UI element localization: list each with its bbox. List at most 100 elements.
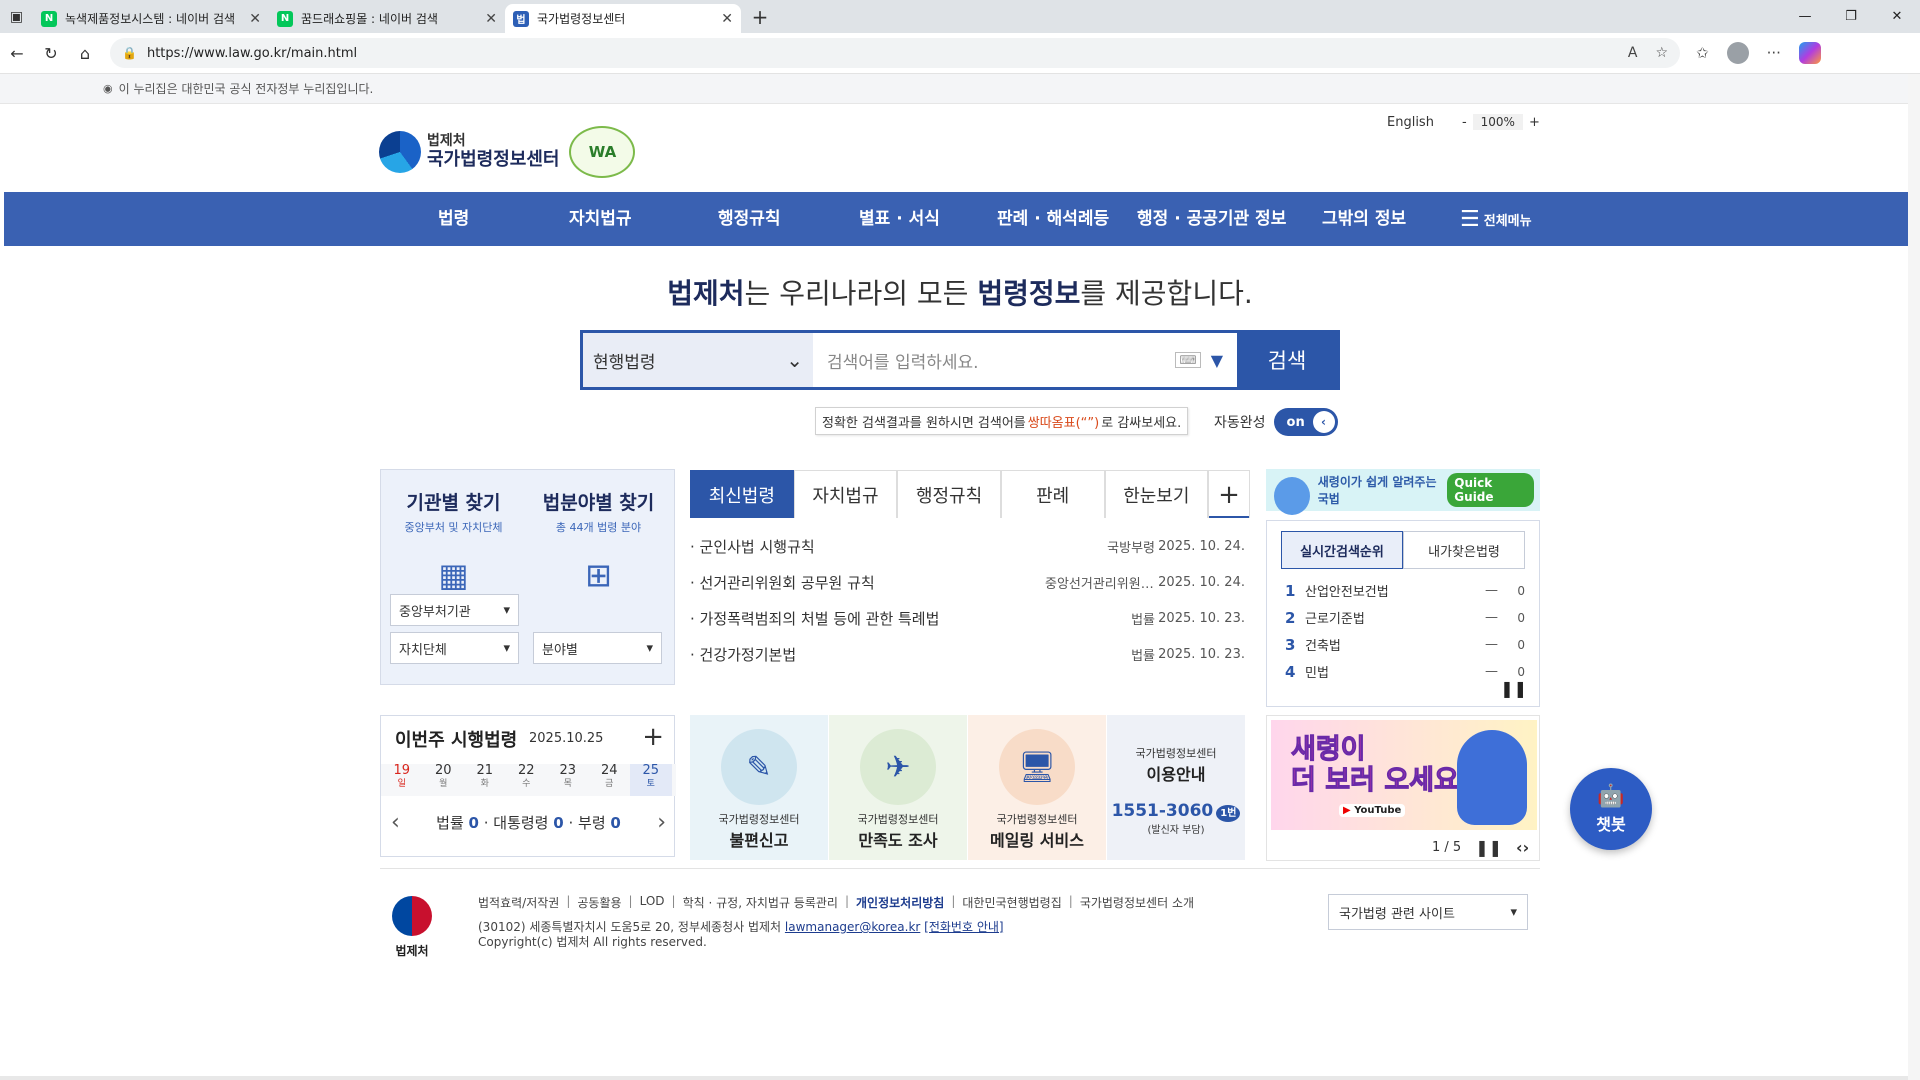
email-link[interactable]: lawmanager@korea.kr (785, 920, 920, 934)
guide-banner[interactable]: 국가법령정보센터 이용안내 1551-3060 1번 (발신자 부담) (1107, 715, 1245, 860)
rank-title: 산업안전보건법 (1305, 585, 1389, 600)
close-window-icon[interactable]: ✕ (1874, 0, 1920, 33)
list-item[interactable]: 1 산업안전보건법 — 0 (1285, 577, 1525, 604)
search-scope-select[interactable]: 현행법령 ⌄ (583, 333, 813, 387)
chatbot-button[interactable]: 🤖 챗봇 (1570, 768, 1652, 850)
read-aloud-icon[interactable]: A (1628, 45, 1638, 61)
virtual-keyboard-icon[interactable]: ⌨ (1175, 352, 1201, 368)
tab-admin-rule[interactable]: 행정규칙 (897, 470, 1001, 518)
phone-info-link[interactable]: [전화번호 안내] (924, 920, 1003, 934)
zoom-in-button[interactable]: + (1529, 115, 1540, 130)
central-agency-select[interactable]: 중앙부처기관 ▾ (390, 594, 519, 626)
autocomplete-toggle[interactable]: on ‹ (1273, 408, 1338, 436)
nav-admin-rule[interactable]: 행정규칙 (718, 192, 781, 246)
field-select[interactable]: 분야별 ▾ (533, 632, 662, 664)
day-cell[interactable]: 24 금 (589, 764, 631, 796)
minimize-icon[interactable]: — (1782, 0, 1828, 33)
site-logo[interactable]: 법제처 국가법령정보센터 WA (379, 126, 636, 178)
footer-link-registration[interactable]: 학칙 · 규정, 자치법규 등록관리 (683, 894, 838, 911)
tab-latest-law[interactable]: 최신법령 (690, 470, 794, 518)
all-menu-button[interactable]: ☰ 전체메뉴 (1460, 192, 1532, 246)
nav-precedent[interactable]: 판례 · 해석례등 (997, 192, 1109, 246)
more-news-button[interactable]: + (1208, 470, 1250, 518)
dropdown-triangle-icon[interactable]: ▼ (1211, 351, 1223, 370)
profile-avatar[interactable] (1726, 42, 1749, 64)
youtube-icon: ▶ YouTube (1339, 804, 1406, 817)
close-tab-icon[interactable]: ✕ (721, 11, 733, 27)
favorites-icon[interactable]: ✩ (1696, 44, 1709, 62)
lock-icon[interactable]: 🔒 (122, 46, 137, 60)
nav-local-law[interactable]: 자치법규 (569, 192, 632, 246)
search-input[interactable]: 검색어를 입력하세요. ⌨ ▼ (813, 333, 1237, 387)
footer-link-current-laws[interactable]: 대한민국현행법령집 (962, 894, 1061, 911)
english-link[interactable]: English (1387, 115, 1434, 130)
survey-banner[interactable]: ✈ 국가법령정보센터 만족도 조사 (829, 715, 967, 860)
mailing-banner[interactable]: 🖥 국가법령정보센터 메일링 서비스 (968, 715, 1106, 860)
list-item[interactable]: · 가정폭력범죄의 처벌 등에 관한 특례법 법률 2025. 10. 23. (690, 600, 1245, 636)
url-field[interactable]: 🔒 https://www.law.go.kr/main.html A ☆ (110, 38, 1680, 68)
close-tab-icon[interactable]: ✕ (485, 11, 497, 27)
day-cell[interactable]: 21 화 (464, 764, 506, 796)
list-item[interactable]: · 건강가정기본법 법률 2025. 10. 23. (690, 636, 1245, 672)
chevron-right-icon[interactable]: › (657, 810, 666, 835)
pause-icon[interactable]: ❚❚ (1475, 838, 1502, 857)
tab-precedent[interactable]: 판례 (1000, 470, 1105, 518)
day-cell[interactable]: 22 수 (506, 764, 548, 796)
tab-my-laws[interactable]: 내가찾은법령 (1403, 531, 1525, 569)
prev-next-icon[interactable]: ‹› (1516, 838, 1529, 857)
browser-tab-2[interactable]: N 꿈드래쇼핑몰 : 네이버 검색 ✕ (269, 4, 505, 33)
chevron-left-icon[interactable]: ‹ (391, 810, 400, 835)
quick-guide-banner[interactable]: 새령이가 쉽게 알려주는 국법 Quick Guide (1266, 469, 1540, 515)
list-item[interactable]: 3 건축법 — 0 (1285, 631, 1525, 658)
home-icon[interactable]: ⌂ (68, 44, 102, 63)
browser-tab-1[interactable]: N 녹색제품정보시스템 : 네이버 검색 ✕ (33, 4, 269, 33)
weekly-more-button[interactable]: + (642, 722, 664, 752)
day-cell[interactable]: 23 목 (547, 764, 589, 796)
list-item[interactable]: · 선거관리위원회 공무원 규칙 중앙선거관리위원회규칙 2025. 10. 2… (690, 564, 1245, 600)
footer-link-copyright[interactable]: 법적효력/저작권 (478, 894, 559, 911)
search-tip: 정확한 검색결과를 원하시면 검색어를 쌍따옴표(“”) 로 감싸보세요. (815, 407, 1189, 435)
nav-etc[interactable]: 그밖의 정보 (1322, 192, 1406, 246)
favorite-star-icon[interactable]: ☆ (1655, 45, 1668, 61)
tab-actions-icon[interactable]: ▣ (0, 0, 33, 33)
search-button[interactable]: 검색 (1237, 333, 1337, 387)
tab-overview[interactable]: 한눈보기 (1104, 470, 1209, 518)
nav-forms[interactable]: 별표 · 서식 (859, 192, 940, 246)
day-cell[interactable]: 19 일 (381, 764, 423, 796)
copilot-icon[interactable] (1798, 42, 1821, 64)
list-item[interactable]: · 군인사법 시행규칙 국방부령 2025. 10. 24. (690, 528, 1245, 564)
nav-law[interactable]: 법령 (438, 192, 469, 246)
footer-link-privacy[interactable]: 개인정보처리방침 (856, 894, 944, 911)
list-item[interactable]: 4 민법 — 0 (1285, 658, 1525, 685)
law-count[interactable]: 0 (469, 814, 479, 832)
vertical-scrollbar[interactable] (1908, 74, 1920, 1080)
nav-public-org[interactable]: 행정 · 공공기관 정보 (1137, 192, 1286, 246)
find-by-field[interactable]: 법분야별 찾기 총 44개 법령 분야 ⊞ (526, 488, 671, 595)
back-icon[interactable]: ← (0, 44, 34, 63)
zoom-out-button[interactable]: - (1462, 115, 1467, 130)
promo-image[interactable]: 새령이 더 보러 오세요! ▶ YouTube (1271, 720, 1537, 830)
day-cell[interactable]: 20 월 (423, 764, 465, 796)
find-by-org[interactable]: 기관별 찾기 중앙부처 및 자치단체 ▦ (381, 488, 526, 595)
decree-count[interactable]: 0 (553, 814, 563, 832)
complaint-banner[interactable]: ✎ 국가법령정보센터 불편신고 (690, 715, 828, 860)
footer-link-lod[interactable]: LOD (640, 894, 665, 911)
new-tab-button[interactable]: + (745, 5, 775, 29)
day-cell-selected[interactable]: 25 토 (630, 764, 672, 796)
tab-local-law[interactable]: 자치법규 (793, 470, 898, 518)
browser-tab-3[interactable]: 법 국가법령정보센터 ✕ (505, 4, 741, 33)
local-gov-select[interactable]: 자치단체 ▾ (390, 632, 519, 664)
tab-realtime-ranking[interactable]: 실시간검색순위 (1281, 531, 1403, 569)
window-controls: — ❐ ✕ (1782, 0, 1920, 33)
restore-icon[interactable]: ❐ (1828, 0, 1874, 33)
list-item[interactable]: 2 근로기준법 — 0 (1285, 604, 1525, 631)
footer-link-about[interactable]: 국가법령정보센터 소개 (1080, 894, 1194, 911)
close-tab-icon[interactable]: ✕ (249, 11, 261, 27)
horizontal-scrollbar[interactable] (0, 1076, 1908, 1080)
refresh-icon[interactable]: ↻ (34, 44, 68, 63)
more-icon[interactable]: ··· (1767, 44, 1781, 62)
pause-icon[interactable]: ❚❚ (1500, 679, 1527, 698)
footer-link-open-api[interactable]: 공동활용 (577, 894, 621, 911)
related-sites-select[interactable]: 국가법령 관련 사이트 ▾ (1328, 894, 1528, 930)
ordinance-count[interactable]: 0 (610, 814, 620, 832)
